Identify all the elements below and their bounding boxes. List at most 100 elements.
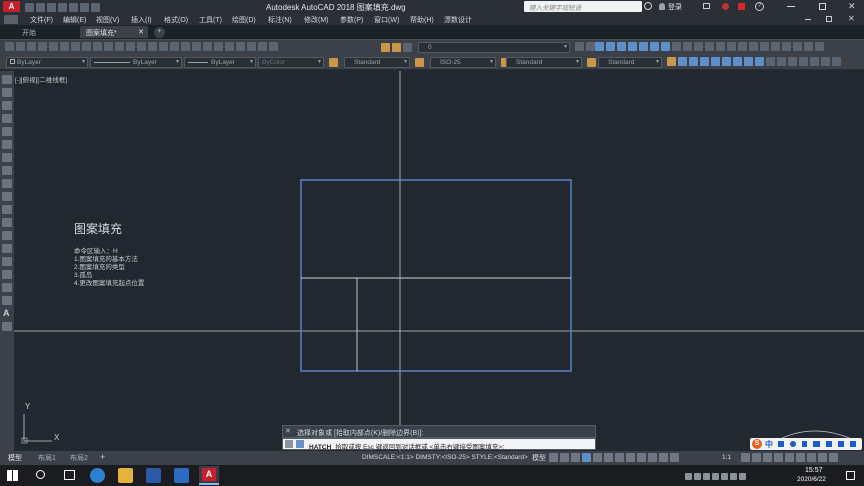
isolate-objects-icon[interactable] bbox=[796, 453, 805, 462]
menu-insert[interactable]: 插入(I) bbox=[131, 15, 152, 25]
isodraft-icon[interactable] bbox=[593, 453, 602, 462]
copy-icon[interactable] bbox=[93, 42, 102, 51]
lock-ui-icon[interactable] bbox=[785, 453, 794, 462]
exchange-icon[interactable] bbox=[722, 3, 729, 10]
command-history-icon[interactable] bbox=[296, 440, 304, 448]
stretch-icon[interactable] bbox=[755, 57, 764, 66]
table-icon[interactable] bbox=[2, 296, 12, 305]
ime-voice-icon[interactable] bbox=[802, 441, 807, 447]
outer-boundary[interactable] bbox=[300, 179, 572, 372]
layer-lock-icon[interactable] bbox=[403, 43, 412, 52]
mirror-icon[interactable] bbox=[689, 57, 698, 66]
layout-tab-1[interactable]: 布局1 bbox=[38, 453, 56, 463]
circle-icon[interactable] bbox=[639, 42, 648, 51]
annotation-monitor-icon[interactable] bbox=[752, 453, 761, 462]
hardware-accel-icon[interactable] bbox=[807, 453, 816, 462]
menu-edit[interactable]: 编辑(E) bbox=[63, 15, 86, 25]
menu-modify[interactable]: 修改(M) bbox=[304, 15, 329, 25]
chamfer-icon[interactable] bbox=[810, 57, 819, 66]
region-draw-icon[interactable] bbox=[2, 283, 12, 292]
tray-ime-icon[interactable] bbox=[730, 473, 737, 480]
save-tool-icon[interactable] bbox=[27, 42, 36, 51]
ime-mode-label[interactable]: 中 bbox=[765, 439, 773, 450]
clean-screen-icon[interactable] bbox=[818, 453, 827, 462]
ime-punct-icon[interactable] bbox=[778, 441, 784, 447]
dim-edit-icon[interactable] bbox=[782, 42, 791, 51]
layer-dropdown[interactable]: 0 ▼ bbox=[418, 42, 570, 53]
annotation-scale[interactable]: 1:1 bbox=[722, 454, 731, 461]
add-tab-button[interactable]: + bbox=[154, 27, 165, 38]
zoom-window-icon[interactable] bbox=[181, 42, 190, 51]
customization-icon[interactable] bbox=[829, 453, 838, 462]
clock-date[interactable]: 2020/6/22 bbox=[797, 476, 826, 483]
help-tool-icon[interactable] bbox=[269, 42, 278, 51]
menu-minimize-button[interactable] bbox=[805, 19, 811, 20]
donut-icon[interactable] bbox=[661, 42, 670, 51]
construction-line-icon[interactable] bbox=[628, 42, 637, 51]
transparency-icon[interactable] bbox=[637, 453, 646, 462]
add-selected-icon[interactable] bbox=[2, 322, 12, 331]
save-icon[interactable] bbox=[47, 3, 56, 12]
autocad-logo[interactable]: A bbox=[3, 1, 20, 12]
menu-file[interactable]: 文件(F) bbox=[30, 15, 53, 25]
zoom-previous-icon[interactable] bbox=[192, 42, 201, 51]
explode-icon[interactable] bbox=[832, 57, 841, 66]
autocad-taskbar-icon[interactable]: A bbox=[199, 466, 219, 485]
array-icon[interactable] bbox=[711, 57, 720, 66]
polar-icon[interactable] bbox=[582, 453, 591, 462]
dim-update-icon[interactable] bbox=[793, 42, 802, 51]
color-dropdown[interactable]: ByLayer ▼ bbox=[6, 57, 88, 68]
pan-icon[interactable] bbox=[159, 42, 168, 51]
taskbar-search-icon[interactable] bbox=[36, 470, 45, 479]
extend-icon[interactable] bbox=[777, 57, 786, 66]
save-as-icon[interactable] bbox=[58, 3, 67, 12]
layout-tab-2[interactable]: 布局2 bbox=[70, 453, 88, 463]
customize-icon[interactable] bbox=[285, 440, 293, 448]
search-icon[interactable] bbox=[644, 2, 652, 10]
plotstyle-dropdown[interactable]: ByColor ▼ bbox=[258, 57, 324, 68]
rectangle-icon[interactable] bbox=[2, 127, 12, 136]
add-layout-button[interactable]: + bbox=[100, 452, 105, 462]
auto-scale-icon[interactable] bbox=[670, 453, 679, 462]
open-icon[interactable] bbox=[16, 42, 25, 51]
dim-style-dropdown[interactable]: ISO-25 ▼ bbox=[430, 57, 496, 68]
preview-icon[interactable] bbox=[49, 42, 58, 51]
tray-chevron-icon[interactable] bbox=[703, 473, 710, 480]
maximize-button[interactable] bbox=[819, 3, 826, 10]
cart-icon[interactable] bbox=[703, 3, 710, 9]
qnew-icon[interactable] bbox=[5, 42, 14, 51]
grid-icon[interactable] bbox=[549, 453, 558, 462]
ellipse-draw-icon[interactable] bbox=[2, 192, 12, 201]
tray-sogou-icon[interactable] bbox=[739, 473, 746, 480]
browser-app-icon[interactable] bbox=[90, 468, 105, 483]
erase-icon[interactable] bbox=[667, 57, 676, 66]
properties-icon[interactable] bbox=[203, 42, 212, 51]
measure-icon[interactable] bbox=[804, 42, 813, 51]
ime-menu-icon[interactable] bbox=[850, 441, 856, 447]
menu-close-button[interactable]: ✕ bbox=[848, 14, 855, 23]
text-style-icon[interactable] bbox=[329, 58, 338, 67]
command-input[interactable]: HATCH 拾取或按 Esc 键返回到对话框或 <单击右键接受图案填充>: bbox=[282, 438, 596, 451]
3d-print-icon[interactable] bbox=[71, 42, 80, 51]
sogou-logo[interactable]: S bbox=[752, 439, 762, 449]
tab-start[interactable]: 开始 bbox=[8, 26, 70, 38]
gradient-icon[interactable] bbox=[2, 270, 12, 279]
break-icon[interactable] bbox=[788, 57, 797, 66]
linetype-dropdown[interactable]: ByLayer ▼ bbox=[90, 57, 182, 68]
fillet-icon[interactable] bbox=[821, 57, 830, 66]
point-icon[interactable] bbox=[2, 244, 12, 253]
paste-icon[interactable] bbox=[104, 42, 113, 51]
menu-dimension[interactable]: 标注(N) bbox=[268, 15, 292, 25]
print-icon[interactable] bbox=[38, 42, 47, 51]
layer-freeze-icon[interactable] bbox=[392, 43, 401, 52]
line-draw-icon[interactable] bbox=[2, 75, 12, 84]
menu-format[interactable]: 格式(O) bbox=[164, 15, 188, 25]
join-icon[interactable] bbox=[799, 57, 808, 66]
menu-help[interactable]: 帮助(H) bbox=[410, 15, 434, 25]
tray-user-icon[interactable] bbox=[685, 473, 692, 480]
annotation-visibility-icon[interactable] bbox=[659, 453, 668, 462]
lineweight-dropdown[interactable]: ByLayer ▼ bbox=[184, 57, 256, 68]
layer-on-icon[interactable] bbox=[381, 43, 390, 52]
hatch-icon[interactable] bbox=[2, 257, 12, 266]
xline-icon[interactable] bbox=[2, 88, 12, 97]
